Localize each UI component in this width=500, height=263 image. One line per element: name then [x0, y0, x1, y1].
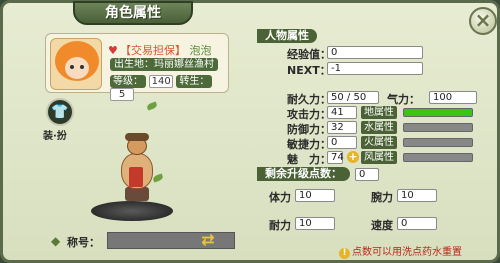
level-value: 140: [149, 75, 174, 88]
earth-attr-bar: [403, 108, 473, 117]
trade-tag: 【交易担保】: [120, 44, 186, 57]
warning-icon: !: [339, 248, 350, 259]
durability-value: 50 / 50: [327, 91, 379, 104]
heart-icon: ♥: [108, 44, 118, 57]
next-label: NEXT：: [287, 64, 331, 77]
swap-arrows-icon[interactable]: ⇄: [197, 231, 219, 251]
endurance-label: 耐力: [269, 219, 291, 232]
stamina-value[interactable]: 10: [295, 189, 335, 202]
character-name: 【交易担保】 泡泡: [120, 42, 212, 58]
reset-notice: ! 点数可以用洗点药水重置: [339, 243, 462, 259]
rebirth-value: 5: [110, 88, 134, 101]
speed-value[interactable]: 0: [397, 217, 437, 230]
durability-label: 耐久力：: [287, 93, 331, 106]
exp-value: 0: [327, 46, 423, 59]
endurance-value[interactable]: 10: [295, 217, 335, 230]
arm-label: 腕力: [371, 191, 393, 204]
attack-value: 41: [327, 106, 357, 119]
attack-label: 攻击力：: [287, 108, 331, 121]
outfit-button[interactable]: 👕 装·扮: [43, 98, 77, 142]
stamina-label: 体力: [269, 191, 291, 204]
origin-row: 出生地：玛丽娜丝渔村: [110, 58, 218, 71]
defense-value: 32: [327, 121, 357, 134]
water-attr-bar: [403, 123, 473, 132]
arm-value[interactable]: 10: [397, 189, 437, 202]
speed-label: 速度: [371, 219, 393, 232]
wind-attr-label: 风属性: [361, 151, 397, 164]
rebirth-label: 转生：: [176, 75, 213, 88]
leaf-decoration: [146, 101, 158, 111]
character-model: [115, 133, 159, 203]
exp-label: 经验值：: [287, 48, 331, 61]
earth-attr-fill: [404, 109, 472, 116]
defense-label: 防御力：: [287, 123, 331, 136]
outfit-label: 装·扮: [43, 131, 67, 142]
agility-value: 0: [327, 136, 357, 149]
water-attr-label: 水属性: [361, 121, 397, 134]
player-name: 泡泡: [189, 44, 212, 57]
diamond-icon: ◆: [51, 234, 61, 248]
earth-attr-label: 地属性: [361, 106, 397, 119]
attributes-panel: 人物属性 经验值： 0 NEXT： -1 耐久力： 50 / 50 气力： 10…: [247, 29, 481, 255]
section-remaining-points: 剩余升级点数：: [257, 167, 350, 181]
origin-value: 玛丽娜丝渔村: [154, 59, 214, 70]
level-row: 等级： 140 转生： 5: [110, 75, 228, 101]
character-pedestal: [91, 201, 173, 221]
section-char-attr: 人物属性: [257, 29, 317, 43]
origin-label: 出生地：: [114, 59, 154, 70]
profile-card: ♥ 【交易担保】 泡泡 出生地：玛丽娜丝渔村 等级： 140 转生： 5: [45, 33, 229, 101]
level-label: 等级：: [110, 75, 146, 88]
title-label: 称号：: [67, 236, 100, 249]
charm-label: 魅 力：: [287, 153, 331, 166]
remaining-value: 0: [355, 168, 379, 181]
remaining-label: 剩余升级点数：: [265, 167, 342, 180]
avatar: [50, 38, 102, 90]
wind-attr-bar: [403, 153, 473, 162]
add-point-icon[interactable]: +: [347, 151, 359, 163]
notice-text: 点数可以用洗点药水重置: [352, 247, 462, 258]
agility-label: 敏捷力：: [287, 138, 331, 151]
character-window: 角色属性 × ♥ 【交易担保】 泡泡 出生地：玛丽娜丝渔村 等级： 140 转生…: [0, 0, 500, 263]
qi-label: 气力：: [387, 93, 420, 106]
fire-attr-bar: [403, 138, 473, 147]
qi-value: 100: [429, 91, 477, 104]
shirt-icon: 👕: [46, 98, 74, 126]
fire-attr-label: 火属性: [361, 136, 397, 149]
window-title: 角色属性: [73, 1, 193, 25]
next-value: -1: [327, 62, 423, 75]
charm-value: 74: [327, 151, 344, 164]
